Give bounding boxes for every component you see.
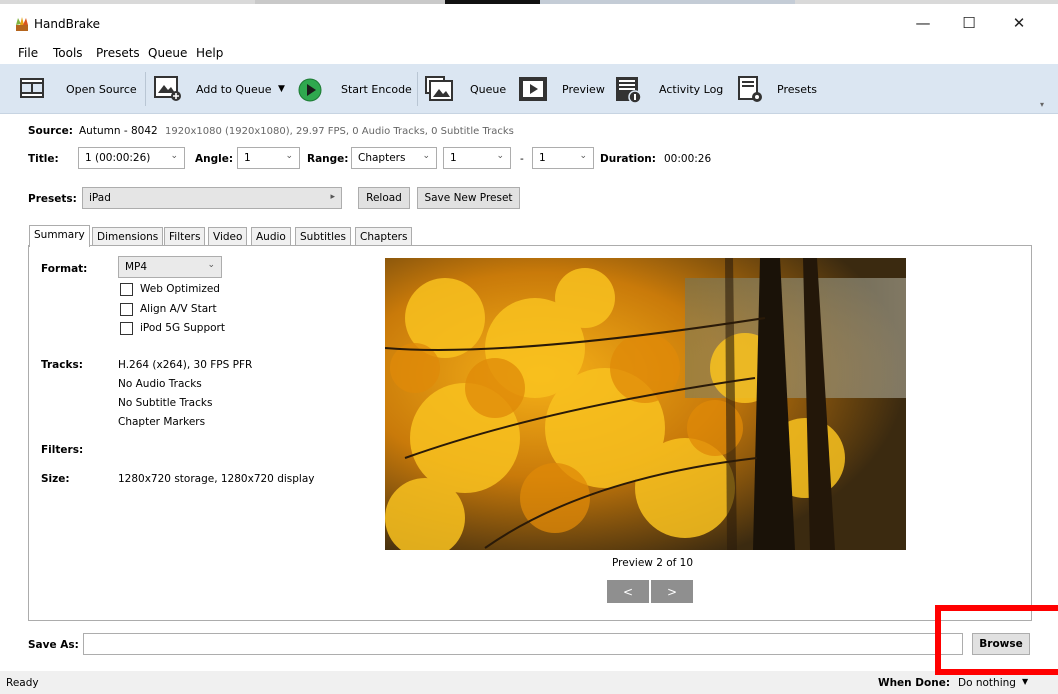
presets-icon[interactable]: [738, 76, 764, 104]
track-subtitle: No Subtitle Tracks: [118, 397, 213, 409]
tracks-label: Tracks:: [41, 359, 83, 371]
align-av-checkbox[interactable]: [120, 303, 133, 316]
queue-icon[interactable]: [425, 76, 455, 102]
chevron-down-icon: ⌄: [422, 151, 430, 161]
open-source-button[interactable]: Open Source: [66, 83, 137, 96]
menu-help[interactable]: Help: [196, 46, 223, 60]
track-chapters: Chapter Markers: [118, 416, 206, 428]
preview-prev-button[interactable]: <: [607, 580, 649, 603]
minimize-button[interactable]: —: [900, 4, 946, 42]
save-as-input[interactable]: [83, 633, 963, 655]
reload-button[interactable]: Reload: [358, 187, 410, 209]
format-select[interactable]: MP4 ⌄: [118, 256, 222, 278]
angle-select[interactable]: 1 ⌄: [237, 147, 300, 169]
activity-log-button[interactable]: Activity Log: [659, 83, 723, 96]
preview-button[interactable]: Preview: [562, 83, 605, 96]
tab-filters[interactable]: Filters: [164, 227, 206, 246]
filters-label: Filters:: [41, 444, 84, 456]
save-new-preset-button[interactable]: Save New Preset: [417, 187, 520, 209]
toolbar-separator: [145, 72, 146, 106]
open-source-icon[interactable]: [19, 76, 45, 100]
add-to-queue-icon[interactable]: [154, 76, 182, 102]
title-label: Title:: [28, 153, 59, 165]
web-optimized-checkbox[interactable]: [120, 283, 133, 296]
range-select-value: Chapters: [358, 152, 406, 164]
presets-button[interactable]: Presets: [777, 83, 817, 96]
align-av-label: Align A/V Start: [140, 303, 217, 315]
preview-image: [385, 258, 906, 550]
chevron-down-icon: ⌄: [579, 151, 587, 161]
when-done-dropdown-icon[interactable]: ▼: [1022, 677, 1028, 686]
track-video: H.264 (x264), 30 FPS PFR: [118, 359, 253, 371]
source-name: Autumn - 8042: [79, 125, 158, 137]
start-encode-icon[interactable]: [298, 78, 322, 102]
add-to-queue-dropdown-icon[interactable]: ▼: [278, 84, 285, 94]
size-value: 1280x720 storage, 1280x720 display: [118, 473, 315, 485]
preview-caption: Preview 2 of 10: [612, 557, 694, 569]
status-bar: Ready When Done: Do nothing ▼: [0, 671, 1058, 694]
menu-queue[interactable]: Queue: [148, 46, 187, 60]
maximize-button[interactable]: ☐: [946, 4, 992, 42]
toolbar-overflow-icon[interactable]: ▾: [1040, 100, 1044, 109]
duration-label: Duration:: [600, 153, 656, 165]
queue-button[interactable]: Queue: [470, 83, 506, 96]
range-end-select[interactable]: 1 ⌄: [532, 147, 594, 169]
duration-value: 00:00:26: [664, 153, 712, 165]
track-audio: No Audio Tracks: [118, 378, 202, 390]
when-done-label: When Done:: [878, 677, 951, 689]
chevron-down-icon: ⌄: [207, 260, 215, 270]
preview-next-button[interactable]: >: [651, 580, 693, 603]
presets-label: Presets:: [28, 193, 77, 205]
range-select[interactable]: Chapters ⌄: [351, 147, 437, 169]
title-select[interactable]: 1 (00:00:26) ⌄: [78, 147, 185, 169]
web-optimized-label: Web Optimized: [140, 283, 220, 295]
presets-select[interactable]: iPad ▸: [82, 187, 342, 209]
status-text: Ready: [6, 677, 39, 689]
chevron-down-icon: ⌄: [285, 151, 293, 161]
tab-subtitles[interactable]: Subtitles: [295, 227, 351, 246]
range-end-value: 1: [539, 152, 546, 164]
highlight-annotation: [935, 605, 1058, 675]
menu-file[interactable]: File: [18, 46, 38, 60]
format-label: Format:: [41, 263, 88, 275]
window-title: HandBrake: [34, 17, 101, 31]
range-label: Range:: [307, 153, 349, 165]
tab-dimensions[interactable]: Dimensions: [92, 227, 164, 246]
ipod-support-label: iPod 5G Support: [140, 322, 225, 334]
menu-tools[interactable]: Tools: [53, 46, 83, 60]
source-info: 1920x1080 (1920x1080), 29.97 FPS, 0 Audi…: [165, 126, 514, 137]
chevron-right-icon: ▸: [330, 192, 335, 202]
chevron-down-icon: ⌄: [170, 151, 178, 161]
toolbar-separator: [417, 72, 418, 106]
range-start-select[interactable]: 1 ⌄: [443, 147, 511, 169]
tab-summary[interactable]: Summary: [29, 225, 90, 247]
add-to-queue-button[interactable]: Add to Queue: [196, 83, 271, 96]
range-dash: -: [520, 153, 524, 165]
tab-audio[interactable]: Audio: [251, 227, 291, 246]
tab-video[interactable]: Video: [208, 227, 248, 246]
angle-label: Angle:: [195, 153, 234, 165]
title-select-value: 1 (00:00:26): [85, 152, 151, 164]
when-done-select[interactable]: Do nothing: [958, 677, 1016, 689]
range-start-value: 1: [450, 152, 457, 164]
angle-select-value: 1: [244, 152, 251, 164]
handbrake-app-icon: [16, 17, 28, 31]
menu-presets[interactable]: Presets: [96, 46, 140, 60]
start-encode-button[interactable]: Start Encode: [341, 83, 412, 96]
format-select-value: MP4: [125, 261, 148, 273]
activity-log-icon[interactable]: [615, 76, 643, 104]
tab-chapters[interactable]: Chapters: [355, 227, 413, 246]
close-button[interactable]: ✕: [996, 4, 1042, 42]
ipod-support-checkbox[interactable]: [120, 322, 133, 335]
size-label: Size:: [41, 473, 70, 485]
toolbar: Open Source Add to Queue ▼ Start Encode …: [0, 64, 1058, 114]
menu-bar: File Tools Presets Queue Help: [0, 42, 1058, 64]
source-label: Source:: [28, 125, 73, 137]
save-as-label: Save As:: [28, 639, 79, 651]
presets-select-value: iPad: [89, 192, 111, 204]
chevron-down-icon: ⌄: [496, 151, 504, 161]
preview-icon[interactable]: [518, 76, 548, 102]
